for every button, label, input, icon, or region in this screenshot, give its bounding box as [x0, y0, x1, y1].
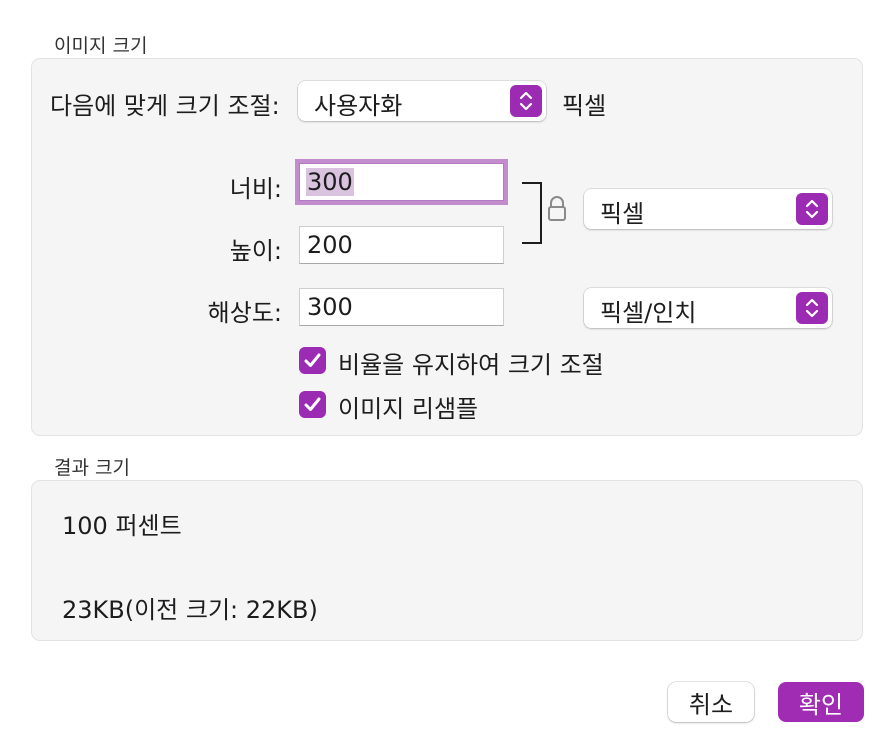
cancel-button[interactable]: 취소	[668, 682, 754, 722]
height-field[interactable]: 200	[299, 226, 504, 264]
up-down-chevron-icon	[510, 85, 542, 117]
scale-proportionally-label[interactable]: 비율을 유지하여 크기 조절	[338, 345, 604, 380]
fit-popup-value: 사용자화	[314, 92, 403, 120]
dimension-unit-value: 픽셀	[600, 200, 645, 228]
resolution-unit-value: 픽셀/인치	[600, 299, 697, 327]
resolution-field[interactable]: 300	[299, 288, 504, 326]
resample-checkbox[interactable]	[299, 391, 326, 418]
resolution-label: 해상도:	[207, 299, 282, 327]
fit-popup[interactable]: 사용자화	[298, 81, 546, 121]
dimension-unit-popup[interactable]: 픽셀	[584, 189, 832, 229]
lock-icon[interactable]	[546, 195, 568, 227]
ok-button[interactable]: 확인	[778, 682, 864, 722]
up-down-chevron-icon	[796, 292, 828, 324]
resample-label[interactable]: 이미지 리샘플	[338, 389, 478, 424]
width-label: 너비:	[229, 175, 282, 203]
height-value: 200	[307, 231, 353, 259]
width-field[interactable]: 300	[299, 163, 504, 201]
scale-proportionally-checkbox[interactable]	[299, 347, 326, 374]
checkmark-icon	[304, 397, 321, 411]
fit-label: 다음에 맞게 크기 조절:	[50, 92, 280, 120]
result-file-size-text: 23KB(이전 크기: 22KB)	[62, 596, 318, 624]
resolution-value: 300	[307, 293, 353, 321]
checkmark-icon	[304, 353, 321, 367]
fit-unit-label: 픽셀	[562, 92, 607, 120]
resolution-unit-popup[interactable]: 픽셀/인치	[584, 288, 832, 328]
result-size-section-title: 결과 크기	[54, 457, 130, 479]
result-percent-text: 100 퍼센트	[62, 512, 182, 540]
image-size-section-title: 이미지 크기	[54, 35, 148, 57]
up-down-chevron-icon	[796, 193, 828, 225]
width-value: 300	[306, 168, 354, 196]
link-bracket	[522, 182, 542, 244]
height-label: 높이:	[229, 237, 282, 265]
